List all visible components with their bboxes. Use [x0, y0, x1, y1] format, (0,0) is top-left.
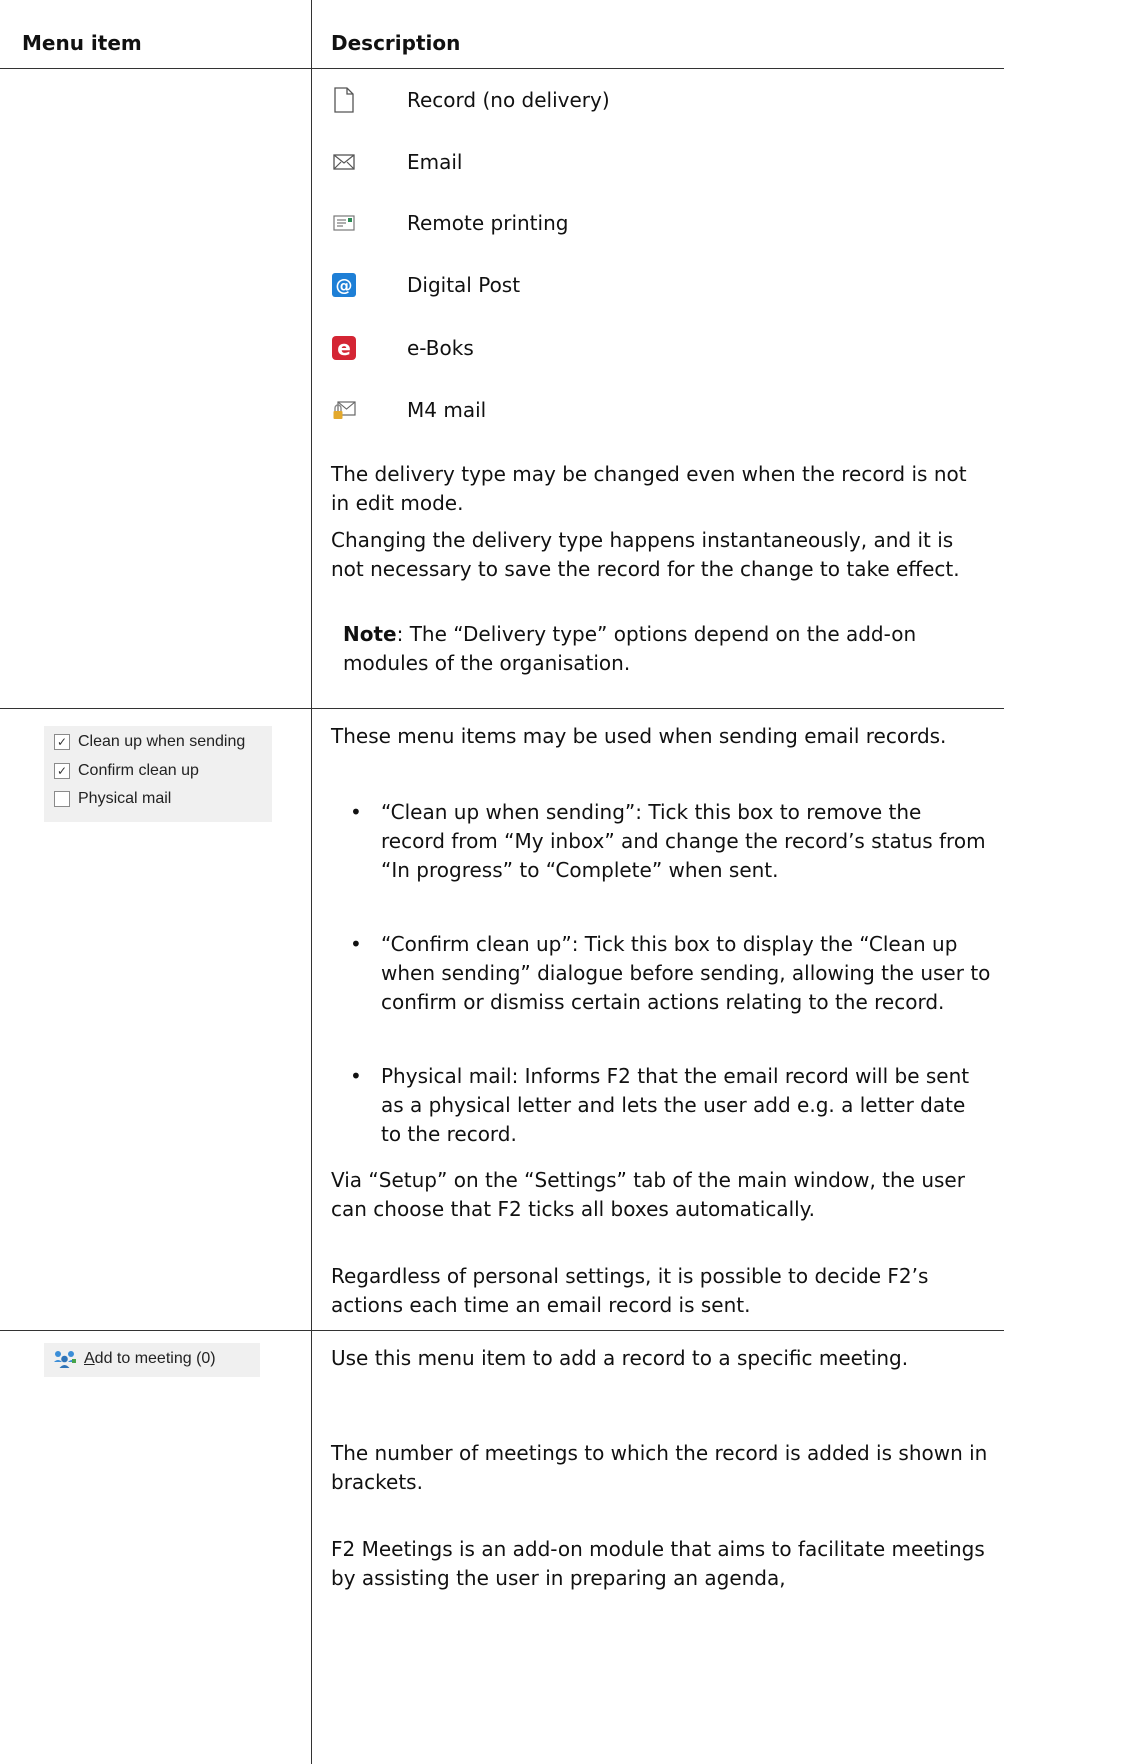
checkbox-label: Physical mail	[78, 790, 172, 807]
checkbox-label: Clean up when sending	[78, 733, 246, 750]
cleanup-para-regardless: Regardless of personal settings, it is p…	[331, 1264, 929, 1317]
checkbox-label: Confirm clean up	[78, 762, 199, 779]
meeting-people-icon	[53, 1349, 77, 1374]
delivery-type-label: Email	[407, 150, 463, 174]
note-label: Note	[343, 622, 397, 646]
add-to-meeting-button[interactable]: Add to meeting (0)	[44, 1343, 260, 1377]
checkbox-checked-icon: ✓	[54, 734, 70, 750]
header-divider	[0, 68, 1004, 69]
delivery-para-instant: Changing the delivery type happens insta…	[331, 528, 960, 581]
delivery-type-label: e-Boks	[407, 336, 474, 360]
bullet-confirm-clean-up: “Confirm clean up”: Tick this box to dis…	[350, 930, 991, 1017]
confirm-clean-up-checkbox[interactable]: ✓ Confirm clean up	[54, 759, 199, 783]
header-menu-item: Menu item	[22, 31, 142, 55]
cleanup-intro: These menu items may be used when sendin…	[331, 724, 947, 748]
header-description: Description	[331, 31, 461, 55]
remote-printing-icon	[331, 210, 357, 236]
meeting-para-number: The number of meetings to which the reco…	[331, 1441, 988, 1494]
delivery-type-record: Record (no delivery)	[331, 80, 610, 120]
delivery-type-m4-mail: M4 mail	[331, 390, 486, 430]
delivery-type-digital-post: @ Digital Post	[331, 265, 520, 305]
delivery-type-label: M4 mail	[407, 398, 487, 422]
note-text: : The “Delivery type” options depend on …	[343, 622, 917, 675]
clean-up-when-sending-checkbox[interactable]: ✓ Clean up when sending	[54, 730, 245, 754]
row-divider	[0, 1330, 1004, 1331]
column-divider	[311, 0, 312, 1764]
bullet-clean-up-when-sending: “Clean up when sending”: Tick this box t…	[350, 798, 991, 885]
meeting-para-module: F2 Meetings is an add-on module that aim…	[331, 1537, 985, 1590]
add-to-meeting-label: Add to meeting (0)	[84, 1350, 216, 1367]
meeting-para-use: Use this menu item to add a record to a …	[331, 1346, 909, 1370]
svg-text:@: @	[336, 276, 353, 296]
eboks-icon: e	[331, 335, 357, 361]
delivery-para-edit-mode: The delivery type may be changed even wh…	[331, 462, 967, 515]
cleanup-ribbon: ✓ Clean up when sending ✓ Confirm clean …	[44, 726, 272, 822]
envelope-icon	[331, 149, 357, 175]
delivery-type-label: Record (no delivery)	[407, 88, 610, 112]
svg-text:e: e	[337, 336, 351, 360]
m4-mail-lock-icon	[331, 397, 357, 423]
physical-mail-checkbox[interactable]: Physical mail	[54, 787, 171, 811]
digital-post-at-icon: @	[331, 272, 357, 298]
access-key: A	[84, 1350, 95, 1367]
cleanup-para-setup: Via “Setup” on the “Settings” tab of the…	[331, 1168, 965, 1221]
delivery-type-label: Digital Post	[407, 273, 521, 297]
bullet-physical-mail: Physical mail: Informs F2 that the email…	[350, 1062, 991, 1149]
row-divider	[0, 708, 1004, 709]
delivery-type-email: Email	[331, 142, 463, 182]
delivery-type-label: Remote printing	[407, 211, 569, 235]
checkbox-unchecked-icon	[54, 791, 70, 807]
delivery-type-remote-printing: Remote printing	[331, 203, 568, 243]
checkbox-checked-icon: ✓	[54, 763, 70, 779]
blank-page-icon	[331, 87, 357, 113]
delivery-note: Note: The “Delivery type” options depend…	[343, 620, 993, 678]
delivery-type-eboks: e e-Boks	[331, 328, 474, 368]
